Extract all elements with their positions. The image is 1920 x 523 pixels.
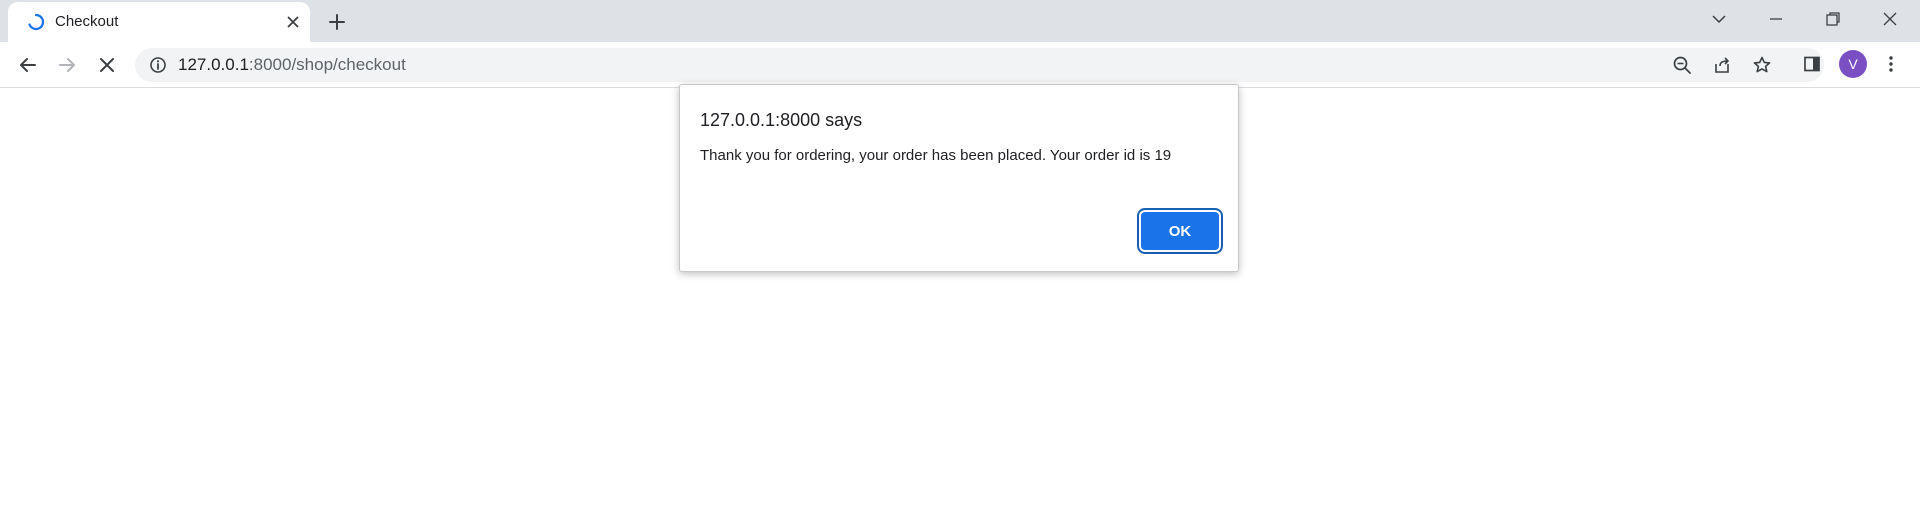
tab-close-icon[interactable] xyxy=(284,13,302,31)
new-tab-plus-icon[interactable] xyxy=(325,10,349,34)
more-menu-icon[interactable] xyxy=(1880,53,1902,75)
profile-avatar[interactable]: V xyxy=(1839,50,1867,78)
url-host: 127.0.0.1 xyxy=(178,55,249,74)
dialog-message: Thank you for ordering, your order has b… xyxy=(700,147,1172,164)
restore-icon[interactable] xyxy=(1805,0,1861,38)
site-info-icon[interactable] xyxy=(149,56,167,74)
stop-loading-icon[interactable] xyxy=(92,51,122,79)
tab-strip: Checkout xyxy=(0,0,1920,42)
share-icon[interactable] xyxy=(1712,55,1732,75)
window-close-icon[interactable] xyxy=(1862,0,1918,38)
zoom-out-icon[interactable] xyxy=(1672,55,1692,75)
minimize-icon[interactable] xyxy=(1748,0,1804,38)
bookmark-star-icon[interactable] xyxy=(1752,55,1772,75)
forward-arrow-icon[interactable] xyxy=(52,51,82,79)
url-text[interactable]: 127.0.0.1:8000/shop/checkout xyxy=(178,56,406,74)
address-bar[interactable]: 127.0.0.1:8000/shop/checkout xyxy=(135,48,1824,82)
browser-toolbar: 127.0.0.1:8000/shop/checkout V xyxy=(0,42,1920,88)
dialog-title: 127.0.0.1:8000 says xyxy=(700,110,863,130)
tab-checkout[interactable]: Checkout xyxy=(8,2,310,42)
loading-spinner-icon xyxy=(28,13,45,31)
side-panel-icon[interactable] xyxy=(1801,53,1823,75)
tab-title: Checkout xyxy=(55,13,119,30)
ok-button[interactable]: OK xyxy=(1141,212,1219,250)
tab-search-chevron-down-icon[interactable] xyxy=(1691,0,1747,38)
alert-dialog: 127.0.0.1:8000 says Thank you for orderi… xyxy=(679,84,1239,272)
back-arrow-icon[interactable] xyxy=(13,51,43,79)
url-path: :8000/shop/checkout xyxy=(248,55,406,74)
